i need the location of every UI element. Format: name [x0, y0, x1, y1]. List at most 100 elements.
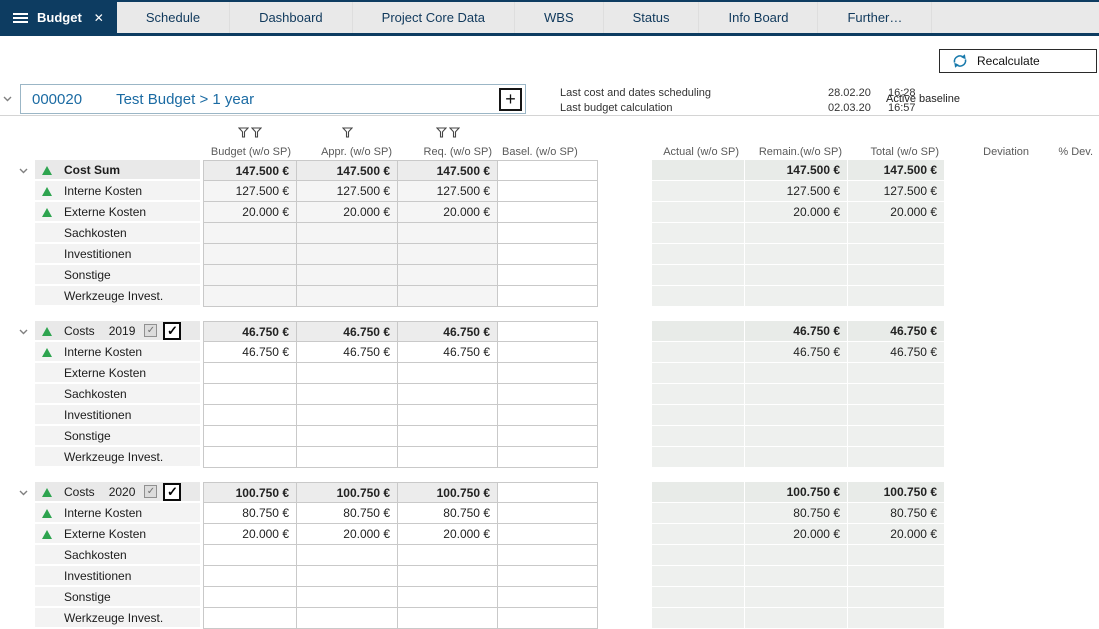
- cell-pdev: [1035, 342, 1099, 363]
- cell-req: [398, 223, 498, 244]
- tab-info-board[interactable]: Info Board: [699, 2, 818, 33]
- cell-appr[interactable]: 20.000 €: [297, 524, 398, 545]
- cell-req[interactable]: [398, 405, 498, 426]
- project-name-field[interactable]: Test Budget > 1 year: [116, 91, 254, 108]
- cell-budget[interactable]: 80.750 €: [203, 503, 297, 524]
- cell-remain: [745, 545, 848, 566]
- year-label: 2019: [109, 324, 136, 338]
- cell-appr[interactable]: [297, 587, 398, 608]
- cell-budget[interactable]: [203, 384, 297, 405]
- cell-req[interactable]: [398, 426, 498, 447]
- cell-budget[interactable]: [203, 587, 297, 608]
- cell-req[interactable]: [398, 363, 498, 384]
- column-header-budget: Budget (w/o SP): [203, 127, 297, 160]
- year-checkbox-large[interactable]: ✓: [163, 322, 181, 340]
- cell-appr[interactable]: [297, 384, 398, 405]
- cell-deviation: [945, 608, 1035, 629]
- table-body: Cost Sum147.500 €147.500 €147.500 €147.5…: [0, 160, 1099, 629]
- filter-icon[interactable]: [342, 127, 353, 140]
- close-tab-icon[interactable]: ✕: [94, 11, 104, 25]
- cell-req[interactable]: [398, 587, 498, 608]
- cell-req[interactable]: [398, 608, 498, 629]
- column-header-pdev: % Dev.: [1035, 127, 1099, 160]
- recalculate-button[interactable]: Recalculate: [939, 49, 1097, 73]
- cell-basel: [498, 181, 598, 202]
- cell-appr[interactable]: [297, 447, 398, 468]
- row-label: Investitionen: [64, 247, 131, 261]
- cell-basel: [498, 503, 598, 524]
- table-row: Werkzeuge Invest.: [0, 286, 1099, 307]
- cell-appr[interactable]: [297, 405, 398, 426]
- cell-budget[interactable]: [203, 545, 297, 566]
- recalculate-icon: [952, 54, 968, 68]
- cell-budget[interactable]: [203, 363, 297, 384]
- tab-dashboard[interactable]: Dashboard: [230, 2, 353, 33]
- table-row: Externe Kosten20.000 €20.000 €20.000 €20…: [0, 524, 1099, 545]
- cell-req[interactable]: [398, 447, 498, 468]
- menu-icon[interactable]: [13, 13, 28, 23]
- cell-total: [848, 363, 945, 384]
- filter-icon[interactable]: [436, 127, 447, 140]
- cell-total: [848, 447, 945, 468]
- cell-actual: [652, 566, 745, 587]
- tab-schedule[interactable]: Schedule: [117, 2, 230, 33]
- tab-further-[interactable]: Further…: [818, 2, 932, 33]
- year-checkbox-large[interactable]: ✓: [163, 483, 181, 501]
- cell-total: [848, 566, 945, 587]
- cell-budget[interactable]: 20.000 €: [203, 524, 297, 545]
- cell-appr[interactable]: [297, 545, 398, 566]
- cell-budget[interactable]: [203, 405, 297, 426]
- tab-project-core-data[interactable]: Project Core Data: [353, 2, 515, 33]
- row-label: Costs: [64, 324, 95, 338]
- tab-budget[interactable]: Budget ✕: [0, 2, 117, 33]
- cell-budget[interactable]: [203, 566, 297, 587]
- cell-req: [398, 286, 498, 307]
- cell-req[interactable]: [398, 545, 498, 566]
- cell-deviation: [945, 342, 1035, 363]
- cell-req[interactable]: [398, 384, 498, 405]
- project-title-box: 000020 Test Budget > 1 year +: [20, 84, 526, 114]
- cell-appr[interactable]: 80.750 €: [297, 503, 398, 524]
- cell-req[interactable]: [398, 566, 498, 587]
- year-checkbox-small[interactable]: ✓: [144, 485, 157, 498]
- add-button[interactable]: +: [499, 88, 522, 111]
- cell-appr[interactable]: [297, 426, 398, 447]
- cell-req[interactable]: 20.000 €: [398, 524, 498, 545]
- column-spacer: [598, 405, 652, 426]
- cell-appr[interactable]: [297, 566, 398, 587]
- table-row: Investitionen: [0, 405, 1099, 426]
- cell-remain: 46.750 €: [745, 342, 848, 363]
- cell-req[interactable]: 46.750 €: [398, 342, 498, 363]
- cell-remain: 127.500 €: [745, 181, 848, 202]
- cell-appr: [297, 223, 398, 244]
- expand-chevron-icon[interactable]: [19, 329, 28, 335]
- cell-deviation: [945, 160, 1035, 181]
- cell-total: 20.000 €: [848, 202, 945, 223]
- cell-appr[interactable]: 46.750 €: [297, 342, 398, 363]
- cell-appr[interactable]: [297, 608, 398, 629]
- cell-appr[interactable]: [297, 363, 398, 384]
- cell-total: 80.750 €: [848, 503, 945, 524]
- row-label-cell: Werkzeuge Invest.: [35, 447, 203, 468]
- project-collapse-chevron-icon[interactable]: [3, 96, 12, 102]
- filter-icon[interactable]: [251, 127, 262, 140]
- cell-req[interactable]: 80.750 €: [398, 503, 498, 524]
- cell-total: [848, 587, 945, 608]
- tab-status[interactable]: Status: [604, 2, 700, 33]
- tab-wbs[interactable]: WBS: [515, 2, 604, 33]
- cell-budget[interactable]: [203, 608, 297, 629]
- filter-icon[interactable]: [449, 127, 460, 140]
- table-row: Costs2020✓✓100.750 €100.750 €100.750 €10…: [0, 482, 1099, 503]
- status-up-indicator-icon: [42, 488, 52, 497]
- cell-budget[interactable]: [203, 447, 297, 468]
- row-label-cell: Sachkosten: [35, 384, 203, 405]
- expand-chevron-icon[interactable]: [19, 490, 28, 496]
- cell-budget[interactable]: [203, 426, 297, 447]
- cell-pdev: [1035, 286, 1099, 307]
- expand-chevron-icon[interactable]: [19, 168, 28, 174]
- cell-deviation: [945, 181, 1035, 202]
- cell-budget[interactable]: 46.750 €: [203, 342, 297, 363]
- filter-icon[interactable]: [238, 127, 249, 140]
- status-up-indicator-icon: [42, 327, 52, 336]
- year-checkbox-small[interactable]: ✓: [144, 324, 157, 337]
